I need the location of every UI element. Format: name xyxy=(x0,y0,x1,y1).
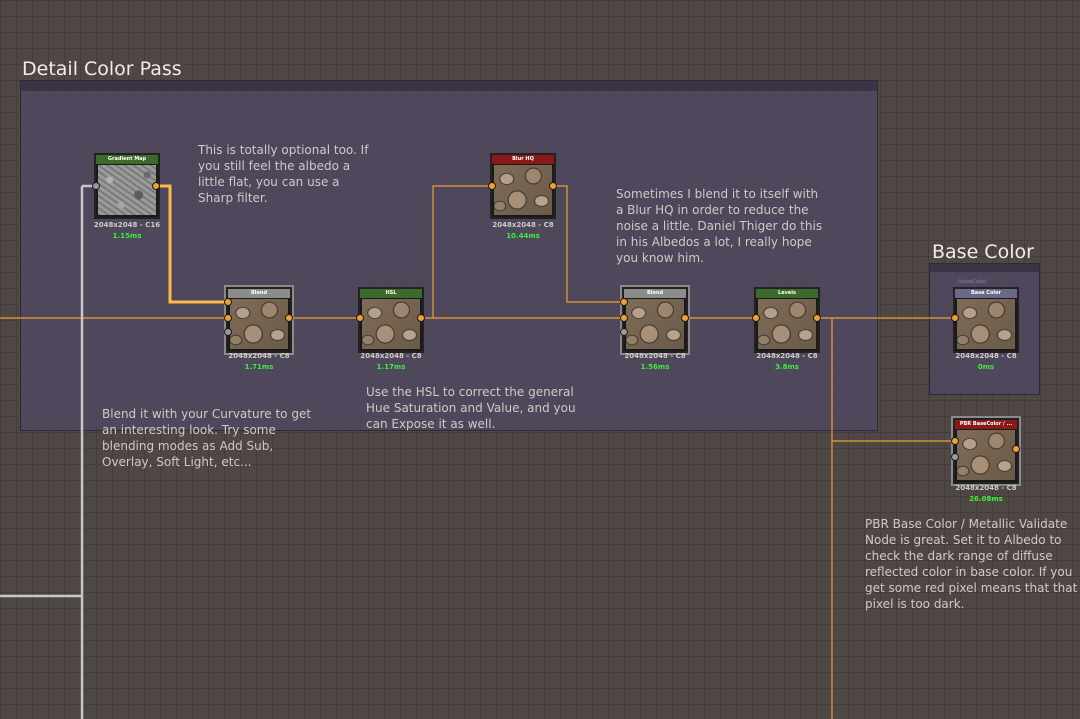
output-port[interactable] xyxy=(549,182,557,190)
node-resolution: 2048x2048 - C8 xyxy=(955,484,1017,492)
node-resolution: 2048x2048 - C8 xyxy=(228,352,290,360)
comment-pbr-validate[interactable]: PBR Base Color / Metallic Validate Node … xyxy=(865,516,1077,612)
node-thumbnail xyxy=(230,299,288,349)
output-port[interactable] xyxy=(813,314,821,322)
wire-curvature-to-gradient-map xyxy=(80,184,96,719)
comment-optional-sharp[interactable]: This is totally optional too. If you sti… xyxy=(198,142,368,206)
node-time: 1.17ms xyxy=(376,363,406,371)
comment-hsl[interactable]: Use the HSL to correct the general Hue S… xyxy=(366,384,576,432)
node-title: Gradient Map xyxy=(96,155,158,164)
node-subtitle: (baseColor) xyxy=(958,279,987,285)
node-time: 0ms xyxy=(977,363,995,371)
input-port[interactable] xyxy=(951,453,959,461)
node-time: 10.44ms xyxy=(506,232,540,240)
node-resolution: 2048x2048 - C16 xyxy=(93,221,161,229)
node-thumbnail xyxy=(957,430,1015,480)
input-port[interactable] xyxy=(224,298,232,306)
node-time: 26.08ms xyxy=(969,495,1003,503)
node-resolution: 2048x2048 - C8 xyxy=(756,352,818,360)
input-port[interactable] xyxy=(224,314,232,322)
node-pbr-basecolor-validate[interactable]: PBR BaseColor / ... xyxy=(953,418,1019,484)
node-blend-1[interactable]: Blend xyxy=(226,287,292,353)
node-resolution: 2048x2048 - C8 xyxy=(360,352,422,360)
input-port[interactable] xyxy=(951,437,959,445)
wire-hsl-to-blur-hq xyxy=(432,185,492,318)
node-thumbnail xyxy=(758,299,816,349)
node-levels[interactable]: Levels xyxy=(754,287,820,353)
node-hsl[interactable]: HSL xyxy=(358,287,424,353)
node-time: 1.71ms xyxy=(244,363,274,371)
wire-blur-hq-to-blend2 xyxy=(553,185,624,303)
node-thumbnail xyxy=(494,165,552,215)
comment-curvature-blend[interactable]: Blend it with your Curvature to get an i… xyxy=(102,406,311,470)
node-gradient-map[interactable]: Gradient Map xyxy=(94,153,160,219)
node-time: 3.8ms xyxy=(775,363,799,371)
node-title: Base Color xyxy=(955,289,1017,298)
node-title: Blur HQ xyxy=(492,155,554,164)
input-port[interactable] xyxy=(356,314,364,322)
input-port[interactable] xyxy=(224,328,232,336)
node-thumbnail xyxy=(626,299,684,349)
node-time: 1.56ms xyxy=(640,363,670,371)
node-base-color-output[interactable]: Base Color xyxy=(953,287,1019,353)
node-title: HSL xyxy=(360,289,422,298)
output-port[interactable] xyxy=(681,314,689,322)
output-port[interactable] xyxy=(1012,445,1020,453)
input-port[interactable] xyxy=(92,182,100,190)
input-port[interactable] xyxy=(620,298,628,306)
output-port[interactable] xyxy=(152,182,160,190)
output-port[interactable] xyxy=(417,314,425,322)
input-port[interactable] xyxy=(620,328,628,336)
node-time: 1.15ms xyxy=(112,232,142,240)
output-port[interactable] xyxy=(285,314,293,322)
input-port[interactable] xyxy=(951,314,959,322)
node-thumbnail xyxy=(362,299,420,349)
input-port[interactable] xyxy=(488,182,496,190)
node-title: Blend xyxy=(624,289,686,298)
node-resolution: 2048x2048 - C8 xyxy=(492,221,554,229)
node-title: Blend xyxy=(228,289,290,298)
node-resolution: 2048x2048 - C8 xyxy=(955,352,1017,360)
comment-blur-blend[interactable]: Sometimes I blend it to itself with a Bl… xyxy=(616,186,822,266)
node-title: PBR BaseColor / ... xyxy=(955,420,1017,429)
node-thumbnail xyxy=(957,299,1015,349)
node-blur-hq[interactable]: Blur HQ xyxy=(490,153,556,219)
node-resolution: 2048x2048 - C8 xyxy=(624,352,686,360)
node-title: Levels xyxy=(756,289,818,298)
input-port[interactable] xyxy=(620,314,628,322)
node-blend-2[interactable]: Blend xyxy=(622,287,688,353)
node-thumbnail xyxy=(98,165,156,215)
input-port[interactable] xyxy=(752,314,760,322)
